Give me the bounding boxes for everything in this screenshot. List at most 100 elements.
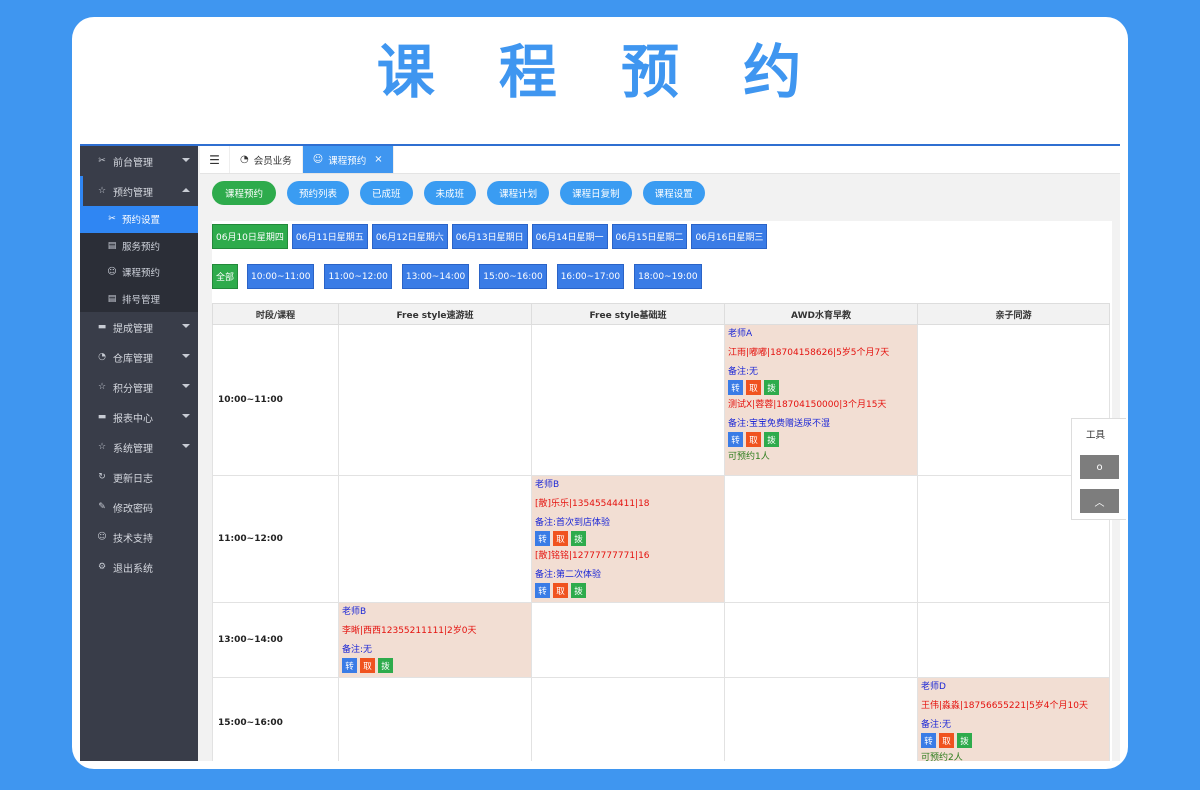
date-button[interactable]: 06月12日星期六 (371, 224, 448, 249)
dial-button[interactable]: 拨 (764, 432, 779, 447)
empty-cell (531, 677, 725, 761)
sidebar-toggle-icon[interactable]: ☰ (200, 146, 230, 173)
sidebar-item[interactable]: ☆ 系统管理 (80, 432, 198, 462)
transfer-button[interactable]: 转 (921, 733, 936, 748)
teacher-name: 老师B (342, 607, 367, 617)
empty-cell (531, 324, 725, 476)
transfer-button[interactable]: 转 (342, 658, 357, 673)
sidebar-item[interactable]: ⚙ 退出系统 (80, 552, 198, 582)
member-info[interactable]: 王伟|淼淼|18756655221|5岁4个月10天 (921, 700, 1109, 712)
date-button[interactable]: 06月15日星期二 (611, 224, 688, 249)
booking-note: 备注:无 (921, 720, 952, 730)
booking-cell: 老师A 江雨|嘟嘟|18704158626|5岁5个月7天 备注:无转取拨测试X|蓉… (724, 324, 918, 476)
tab-item[interactable]: ☺ 课程预约 × (302, 146, 394, 173)
chevron-down-icon (182, 158, 190, 162)
date-button[interactable]: 06月11日星期五 (291, 224, 368, 249)
empty-cell (917, 602, 1110, 678)
toolbar-button[interactable]: 预约列表 (287, 181, 350, 205)
back-to-top-button[interactable]: ︿ (1080, 489, 1119, 513)
member-info[interactable]: 江雨|嘟嘟|18704158626|5岁5个月7天 (728, 347, 917, 359)
tab-label: 课程预约 (328, 155, 367, 167)
tab-label: 会员业务 (253, 155, 292, 167)
sidebar-item[interactable]: ☺ 技术支持 (80, 522, 198, 552)
dial-button[interactable]: 拨 (571, 531, 586, 546)
booking-note: 备注:无 (342, 645, 373, 655)
hero-banner: 课 程 预 约 (72, 17, 1128, 145)
booking-cell: 老师B [散]乐乐|13545544411|18 备注:首次到店体验转取拨 [散]铭铭… (531, 475, 725, 603)
sidebar-item[interactable]: ☆ 积分管理 (80, 372, 198, 402)
tab-bar: ☰ ◔ 会员业务 ☺ 课程预约 × (200, 146, 1120, 174)
chevron-down-icon (182, 324, 190, 328)
time-filter-button[interactable]: 18:00~19:00 (634, 264, 702, 289)
time-slot-label: 15:00~16:00 (212, 677, 339, 761)
sidebar-item[interactable]: ▬ 报表中心 (80, 402, 198, 432)
smile-icon: ☺ (107, 267, 117, 278)
member-info[interactable]: 测试X|蓉蓉|18704150000|3个月15天 (728, 399, 917, 411)
cancel-button[interactable]: 取 (746, 432, 761, 447)
date-button[interactable]: 06月16日星期三 (691, 224, 768, 249)
sidebar-subitem[interactable]: ☺ 课程预约 (80, 259, 198, 286)
empty-cell (338, 324, 532, 476)
sidebar-subitem[interactable]: ▤ 服务预约 (80, 233, 198, 260)
availability-text: 可预约2人 (921, 753, 963, 761)
time-filter-button[interactable]: 16:00~17:00 (556, 264, 625, 289)
sidebar-item[interactable]: ✎ 修改密码 (80, 492, 198, 522)
chevron-down-icon (182, 354, 190, 358)
cancel-button[interactable]: 取 (553, 583, 568, 598)
chevron-down-icon (182, 414, 190, 418)
transfer-button[interactable]: 转 (728, 432, 743, 447)
sidebar-item[interactable]: ✂ 前台管理 (80, 146, 198, 176)
time-filter-button[interactable]: 10:00~11:00 (247, 264, 315, 289)
member-info[interactable]: [散]铭铭|12777777771|16 (535, 550, 724, 562)
tool-panel: 工具 o ︿ (1071, 418, 1126, 520)
tool-circle-button[interactable]: o (1080, 455, 1119, 479)
member-info[interactable]: 李晰|西西12355211111|2岁0天 (342, 625, 531, 637)
dial-button[interactable]: 拨 (378, 658, 393, 673)
edit-icon: ✎ (98, 502, 106, 512)
close-icon[interactable]: × (374, 154, 382, 165)
toolbar-button[interactable]: 课程计划 (487, 181, 550, 205)
toolbar-button[interactable]: 未成班 (423, 181, 477, 205)
wrench-icon: ✂ (98, 156, 106, 166)
sidebar-item[interactable]: ◔ 仓库管理 (80, 342, 198, 372)
time-filter-button[interactable]: 11:00~12:00 (324, 264, 392, 289)
transfer-button[interactable]: 转 (728, 380, 743, 395)
time-slot-label: 11:00~12:00 (212, 475, 339, 603)
cancel-button[interactable]: 取 (939, 733, 954, 748)
sidebar-subitem[interactable]: ✂ 预约设置 (80, 206, 198, 233)
toolbar-button[interactable]: 课程日复制 (560, 181, 632, 205)
booking-actions: 转取拨 (921, 733, 1109, 748)
sidebar-item-label: 积分管理 (113, 383, 153, 395)
dial-button[interactable]: 拨 (957, 733, 972, 748)
cancel-button[interactable]: 取 (360, 658, 375, 673)
toolbar-button[interactable]: 已成班 (360, 181, 413, 205)
schedule-panel: 06月10日星期四 06月11日星期五 06月12日星期六 06月13日星期日 06月1… (212, 221, 1112, 761)
time-filter-button[interactable]: 全部 (212, 264, 239, 289)
toolbar-button[interactable]: 课程设置 (642, 181, 705, 205)
tab-item[interactable]: ◔ 会员业务 (230, 146, 303, 173)
star-icon: ☆ (97, 186, 107, 196)
member-info[interactable]: [散]乐乐|13545544411|18 (535, 498, 724, 510)
cancel-button[interactable]: 取 (553, 531, 568, 546)
cancel-button[interactable]: 取 (746, 380, 761, 395)
transfer-button[interactable]: 转 (535, 531, 550, 546)
date-button[interactable]: 06月13日星期日 (451, 224, 528, 249)
table-row: 11:00~12:00 老师B [散]乐乐|13545544411|18 备注:首次到… (212, 475, 1110, 603)
time-filter-button[interactable]: 15:00~16:00 (479, 264, 547, 289)
time-filter-button[interactable]: 13:00~14:00 (401, 264, 470, 289)
dial-button[interactable]: 拨 (571, 583, 586, 598)
toolbar-button[interactable]: 课程预约 (212, 181, 277, 205)
booking-cell: 老师D 王伟|淼淼|18756655221|5岁4个月10天 备注:无转取拨可预约2… (917, 677, 1110, 761)
booking-note: 备注:宝宝免费赠送尿不湿 (728, 419, 831, 429)
table-row: 15:00~16:00 老师D 王伟|淼淼|18756655221|5岁4个月10天… (212, 677, 1110, 761)
date-button[interactable]: 06月10日星期四 (212, 224, 288, 249)
sidebar-subitem[interactable]: ▤ 排号管理 (80, 286, 198, 313)
sidebar-submenu: ✂ 预约设置 ▤ 服务预约 ☺ 课程预约 ▤ 排号管理 (80, 206, 198, 312)
sidebar-item[interactable]: ↻ 更新日志 (80, 462, 198, 492)
dial-button[interactable]: 拨 (764, 380, 779, 395)
sidebar-item[interactable]: ☆ 预约管理 (80, 176, 198, 206)
booking-actions: 转取拨 (728, 380, 917, 395)
date-button[interactable]: 06月14日星期一 (531, 224, 608, 249)
transfer-button[interactable]: 转 (535, 583, 550, 598)
sidebar-item[interactable]: ▬ 提成管理 (80, 312, 198, 342)
